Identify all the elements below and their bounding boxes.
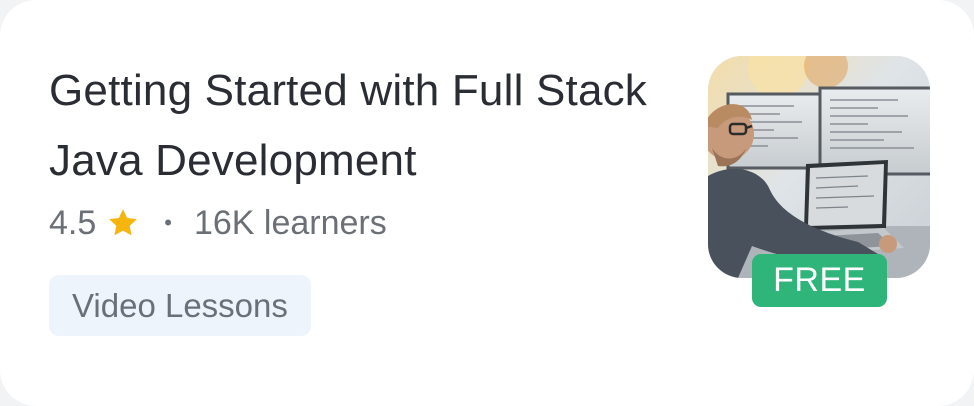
star-icon bbox=[106, 206, 140, 240]
free-badge: FREE bbox=[752, 254, 887, 307]
course-meta: 4.5 • 16K learners bbox=[49, 201, 387, 245]
learners-count: 16K learners bbox=[193, 203, 387, 242]
course-thumbnail[interactable] bbox=[708, 56, 930, 278]
course-card[interactable]: Getting Started with Full Stack Java Dev… bbox=[0, 0, 974, 406]
rating-value: 4.5 bbox=[49, 203, 97, 242]
course-title: Getting Started with Full Stack Java Dev… bbox=[49, 66, 648, 185]
content-type-tag: Video Lessons bbox=[49, 275, 311, 336]
meta-separator: • bbox=[164, 210, 172, 235]
